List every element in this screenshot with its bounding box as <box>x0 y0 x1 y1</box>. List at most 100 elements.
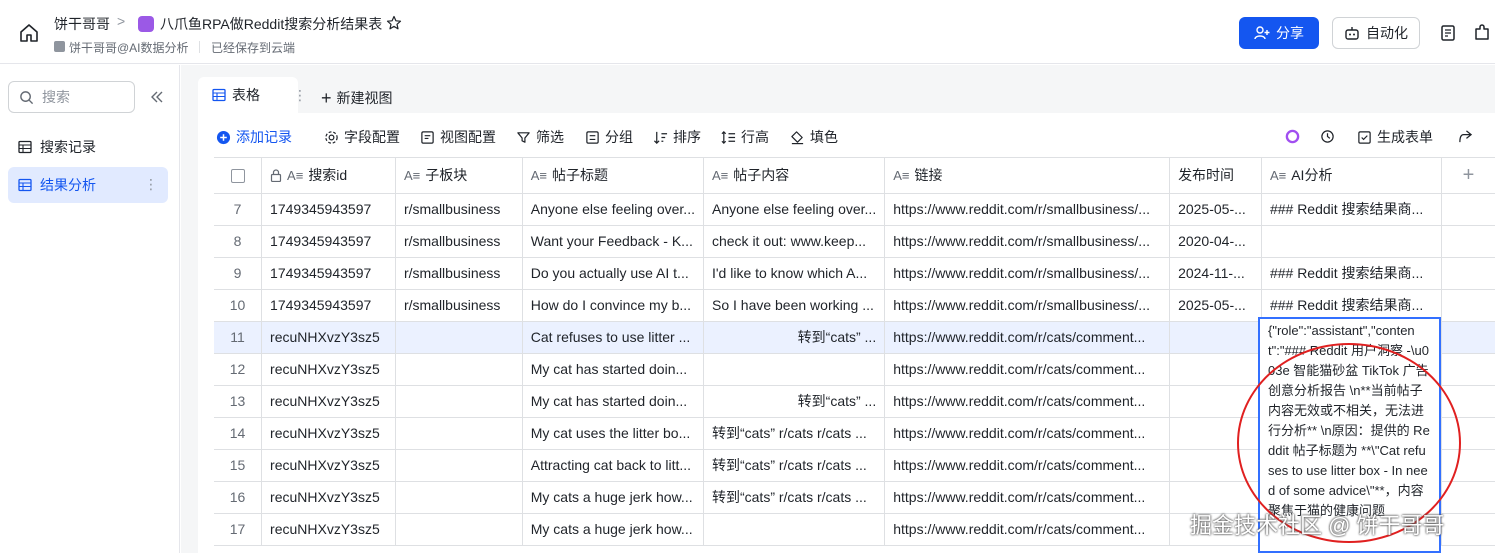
history-icon[interactable] <box>1320 129 1335 144</box>
cell-link[interactable]: https://www.reddit.com/r/cats/comment... <box>884 513 1171 546</box>
cell-post-title[interactable]: How do I convince my b... <box>522 289 704 322</box>
cell-post-content[interactable]: 转到“cats” r/cats r/cats ... <box>703 417 886 450</box>
cell-post-content[interactable]: So I have been working ... <box>703 289 886 322</box>
cell-search-id[interactable]: 1749345943597 <box>261 289 396 322</box>
share-button[interactable]: 分享 <box>1239 17 1319 49</box>
tab-table[interactable]: 表格 ⋮ <box>198 77 307 113</box>
row-number[interactable]: 10 <box>214 289 263 322</box>
star-icon[interactable] <box>386 15 402 31</box>
table-row[interactable]: 8 1749345943597 r/smallbusiness Want your F… <box>214 225 1495 258</box>
cell-post-title[interactable]: Anyone else feeling over... <box>522 193 704 226</box>
automation-button[interactable]: 自动化 <box>1332 17 1420 49</box>
more-icon[interactable]: ⋮ <box>144 176 158 193</box>
cell-publish-time[interactable] <box>1169 385 1262 418</box>
add-column-button[interactable]: + <box>1441 158 1495 194</box>
cell-search-id[interactable]: recuNHXvzY3sz5 <box>261 321 396 354</box>
breadcrumb-root[interactable]: 饼干哥哥 <box>54 14 110 34</box>
cell-subreddit[interactable] <box>395 449 523 482</box>
cell-post-content[interactable]: 转到“cats” r/cats r/cats ... <box>703 449 886 482</box>
cell-subreddit[interactable] <box>395 385 523 418</box>
row-number[interactable]: 8 <box>214 225 263 258</box>
group-button[interactable]: 分组 <box>585 127 633 147</box>
document-icon[interactable] <box>1438 23 1458 43</box>
row-number[interactable]: 13 <box>214 385 263 418</box>
cell-post-title[interactable]: My cat has started doin... <box>522 385 704 418</box>
cell-link[interactable]: https://www.reddit.com/r/cats/comment... <box>884 449 1171 482</box>
cell-post-title[interactable]: My cats a huge jerk how... <box>522 481 704 514</box>
cell-post-content[interactable] <box>703 353 886 386</box>
row-number[interactable]: 14 <box>214 417 263 450</box>
cell-search-id[interactable]: recuNHXvzY3sz5 <box>261 481 396 514</box>
field-config-button[interactable]: 字段配置 <box>324 127 400 147</box>
column-header-subreddit[interactable]: A≡ 子板块 <box>395 158 523 194</box>
cell-subreddit[interactable]: r/smallbusiness <box>395 225 523 258</box>
cell-publish-time[interactable] <box>1169 417 1262 450</box>
cell-link[interactable]: https://www.reddit.com/r/smallbusiness/.… <box>884 193 1171 226</box>
row-number[interactable]: 12 <box>214 353 263 386</box>
fill-color-button[interactable]: 填色 <box>790 127 838 147</box>
home-icon[interactable] <box>18 22 40 44</box>
cell-post-content[interactable]: check it out: www.keep... <box>703 225 886 258</box>
select-all-checkbox[interactable] <box>230 169 245 184</box>
tab-more-icon[interactable]: ⋮ <box>293 87 307 104</box>
cell-publish-time[interactable] <box>1169 353 1262 386</box>
cell-subreddit[interactable] <box>395 481 523 514</box>
row-number[interactable]: 9 <box>214 257 263 290</box>
owner-label[interactable]: 饼干哥哥@AI数据分析 <box>69 39 189 56</box>
column-header-post-content[interactable]: A≡ 帖子内容 <box>703 158 886 194</box>
generate-form-button[interactable]: 生成表单 <box>1357 127 1433 147</box>
cell-subreddit[interactable]: r/smallbusiness <box>395 289 523 322</box>
column-header-ai-analysis[interactable]: A≡ AI分析 <box>1261 158 1442 194</box>
cell-post-content[interactable]: 转到“cats” r/cats r/cats ... <box>703 481 886 514</box>
row-number[interactable]: 11 <box>214 321 263 354</box>
column-header-link[interactable]: A≡ 链接 <box>884 158 1171 194</box>
cell-search-id[interactable]: recuNHXvzY3sz5 <box>261 385 396 418</box>
cell-search-id[interactable]: 1749345943597 <box>261 193 396 226</box>
add-record-button[interactable]: 添加记录 <box>216 127 292 147</box>
table-row[interactable]: 9 1749345943597 r/smallbusiness Do you actu… <box>214 257 1495 290</box>
cell-post-title[interactable]: Cat refuses to use litter ... <box>522 321 704 354</box>
cell-search-id[interactable]: recuNHXvzY3sz5 <box>261 449 396 482</box>
cell-post-content[interactable]: Anyone else feeling over... <box>703 193 886 226</box>
cell-post-content[interactable]: I'd like to know which A... <box>703 257 886 290</box>
column-header-post-title[interactable]: A≡ 帖子标题 <box>522 158 704 194</box>
cell-post-content[interactable]: 转到“cats” ... <box>703 385 886 418</box>
cell-subreddit[interactable] <box>395 513 523 546</box>
cell-publish-time[interactable] <box>1169 449 1262 482</box>
sidebar-item-result-analysis[interactable]: 结果分析 ⋮ <box>8 167 168 203</box>
cell-link[interactable]: https://www.reddit.com/r/smallbusiness/.… <box>884 225 1171 258</box>
cell-link[interactable]: https://www.reddit.com/r/cats/comment... <box>884 417 1171 450</box>
doc-title[interactable]: 八爪鱼RPA做Reddit搜索分析结果表 <box>160 14 382 34</box>
ai-assistant-icon[interactable] <box>1285 129 1300 144</box>
cell-post-content[interactable] <box>703 513 886 546</box>
cell-post-title[interactable]: Want your Feedback - K... <box>522 225 704 258</box>
filter-button[interactable]: 筛选 <box>516 127 564 147</box>
cell-post-title[interactable]: Attracting cat back to litt... <box>522 449 704 482</box>
sidebar-item-search-records[interactable]: 搜索记录 <box>8 129 168 165</box>
row-height-button[interactable]: 行高 <box>721 127 769 147</box>
row-number[interactable]: 7 <box>214 193 263 226</box>
cell-link[interactable]: https://www.reddit.com/r/cats/comment... <box>884 481 1171 514</box>
cell-link[interactable]: https://www.reddit.com/r/cats/comment... <box>884 385 1171 418</box>
cell-subreddit[interactable]: r/smallbusiness <box>395 193 523 226</box>
cell-post-content[interactable]: 转到“cats” ... <box>703 321 886 354</box>
cell-link[interactable]: https://www.reddit.com/r/smallbusiness/.… <box>884 257 1171 290</box>
view-config-button[interactable]: 视图配置 <box>420 127 496 147</box>
cell-publish-time[interactable]: 2025-05-... <box>1169 193 1262 226</box>
sort-button[interactable]: 排序 <box>653 127 701 147</box>
cell-ai-analysis[interactable]: ### Reddit 搜索结果商... <box>1261 193 1442 226</box>
cell-search-id[interactable]: recuNHXvzY3sz5 <box>261 417 396 450</box>
cell-subreddit[interactable] <box>395 417 523 450</box>
row-number[interactable]: 16 <box>214 481 263 514</box>
search-input[interactable] <box>42 89 122 105</box>
cell-search-id[interactable]: 1749345943597 <box>261 225 396 258</box>
cell-subreddit[interactable] <box>395 321 523 354</box>
cell-publish-time[interactable] <box>1169 321 1262 354</box>
cell-post-title[interactable]: My cat has started doin... <box>522 353 704 386</box>
share-export-icon[interactable] <box>1458 129 1473 144</box>
column-header-search-id[interactable]: A≡ 搜索id <box>261 158 396 194</box>
cell-publish-time[interactable]: 2025-05-... <box>1169 289 1262 322</box>
cell-post-title[interactable]: My cat uses the litter bo... <box>522 417 704 450</box>
plugin-icon[interactable] <box>1472 23 1492 43</box>
cell-link[interactable]: https://www.reddit.com/r/cats/comment... <box>884 321 1171 354</box>
